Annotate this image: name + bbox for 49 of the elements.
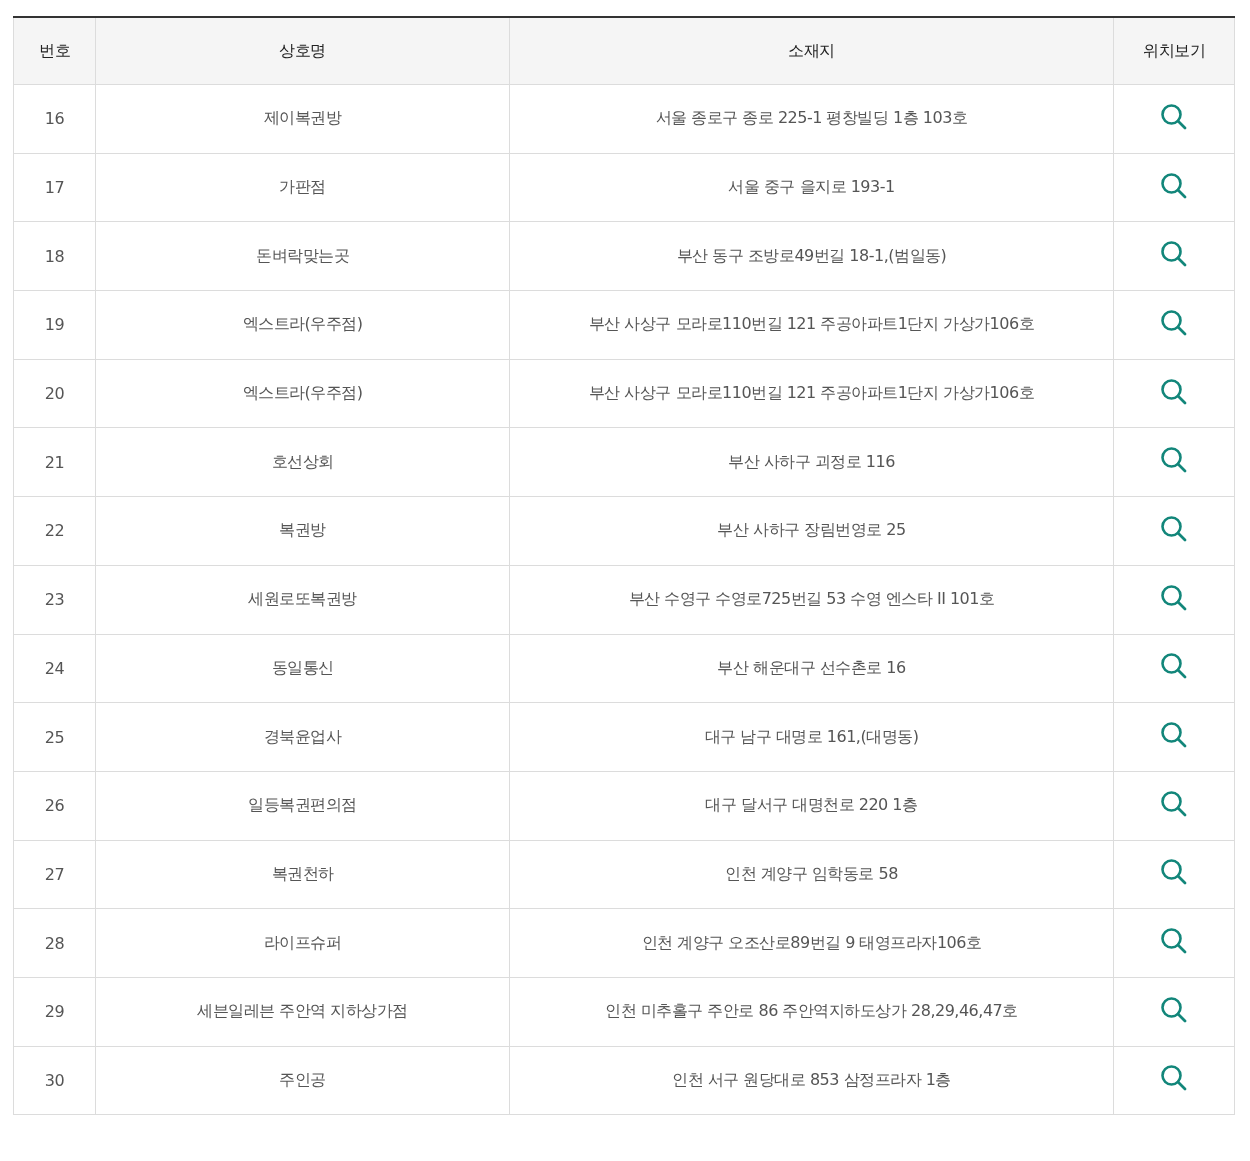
store-name: 가판점 (95, 153, 510, 222)
row-number: 26 (13, 771, 96, 841)
store-name: 경북윤업사 (95, 702, 510, 772)
store-name: 호선상회 (95, 427, 510, 497)
store-name: 복권천하 (95, 840, 510, 909)
store-name: 세븐일레븐 주안역 지하상가점 (95, 977, 510, 1047)
row-number: 18 (13, 221, 96, 291)
store-name: 일등복권편의점 (95, 771, 510, 841)
store-address: 대구 달서구 대명천로 220 1층 (509, 771, 1114, 841)
store-address: 부산 수영구 수영로725번길 53 수영 엔스타 II 101호 (509, 565, 1114, 634)
row-number: 23 (13, 565, 96, 634)
column-header: 소재지 (509, 17, 1114, 85)
store-address: 부산 사하구 괴정로 116 (509, 427, 1114, 497)
store-name: 복권방 (95, 496, 510, 566)
row-number: 16 (13, 84, 96, 154)
row-number: 25 (13, 702, 96, 772)
store-name: 세원로또복권방 (95, 565, 510, 634)
store-name: 라이프슈퍼 (95, 908, 510, 978)
store-name: 엑스트라(우주점) (95, 359, 510, 428)
row-number: 28 (13, 908, 96, 978)
store-address: 부산 해운대구 선수촌로 16 (509, 634, 1114, 703)
store-address: 인천 계양구 오조산로89번길 9 태영프라자106호 (509, 908, 1114, 978)
row-number: 22 (13, 496, 96, 566)
store-name: 주인공 (95, 1046, 510, 1115)
column-header: 위치보기 (1113, 17, 1235, 85)
row-number: 24 (13, 634, 96, 703)
row-number: 30 (13, 1046, 96, 1115)
store-address: 부산 사하구 장림번영로 25 (509, 496, 1114, 566)
store-address: 대구 남구 대명로 161,(대명동) (509, 702, 1114, 772)
store-address: 서울 종로구 종로 225-1 평창빌딩 1층 103호 (509, 84, 1114, 154)
store-address: 서울 중구 을지로 193-1 (509, 153, 1114, 222)
column-header: 상호명 (95, 17, 510, 85)
row-number: 20 (13, 359, 96, 428)
store-address: 인천 미추홀구 주안로 86 주안역지하도상가 28,29,46,47호 (509, 977, 1114, 1047)
column-header: 번호 (13, 17, 96, 85)
row-number: 29 (13, 977, 96, 1047)
row-number: 19 (13, 290, 96, 360)
store-address: 인천 서구 원당대로 853 삼정프라자 1층 (509, 1046, 1114, 1115)
store-address: 부산 동구 조방로49번길 18-1,(범일동) (509, 221, 1114, 291)
store-name: 돈벼락맞는곳 (95, 221, 510, 291)
store-address: 부산 사상구 모라로110번길 121 주공아파트1단지 가상가106호 (509, 290, 1114, 360)
store-name: 동일통신 (95, 634, 510, 703)
row-number: 17 (13, 153, 96, 222)
row-number: 21 (13, 427, 96, 497)
store-name: 엑스트라(우주점) (95, 290, 510, 360)
store-name: 제이복권방 (95, 84, 510, 154)
store-address: 부산 사상구 모라로110번길 121 주공아파트1단지 가상가106호 (509, 359, 1114, 428)
store-address: 인천 계양구 임학동로 58 (509, 840, 1114, 909)
row-number: 27 (13, 840, 96, 909)
